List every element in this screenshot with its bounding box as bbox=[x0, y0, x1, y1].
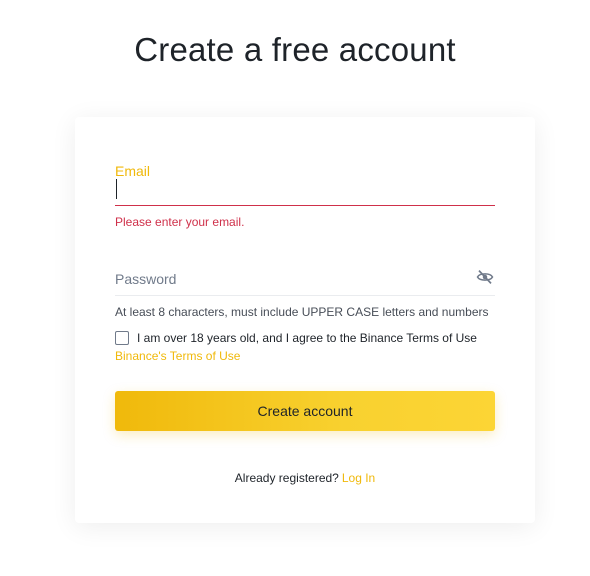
email-field[interactable]: Email bbox=[115, 159, 495, 207]
password-hint: At least 8 characters, must include UPPE… bbox=[115, 305, 489, 319]
login-prompt: Already registered? bbox=[234, 471, 339, 485]
email-label: Email bbox=[115, 163, 151, 179]
terms-checkbox[interactable] bbox=[115, 331, 129, 345]
signup-card: Email Please enter your email. Password … bbox=[75, 117, 535, 523]
create-account-button[interactable]: Create account bbox=[115, 391, 495, 431]
terms-text: I am over 18 years old, and I agree to t… bbox=[137, 331, 477, 345]
login-row: Already registered? Log In bbox=[75, 471, 535, 485]
eye-off-icon[interactable] bbox=[476, 268, 494, 286]
signup-page: Create a free account Email Please enter… bbox=[0, 0, 590, 576]
password-field[interactable]: Password bbox=[115, 271, 176, 287]
password-underline bbox=[115, 295, 495, 296]
terms-of-use-link[interactable]: Binance's Terms of Use bbox=[115, 349, 240, 363]
text-caret bbox=[116, 179, 117, 199]
email-underline bbox=[115, 205, 495, 206]
email-error-message: Please enter your email. bbox=[115, 215, 245, 229]
email-input[interactable] bbox=[115, 181, 495, 205]
login-link[interactable]: Log In bbox=[342, 471, 375, 485]
page-title: Create a free account bbox=[134, 31, 456, 68]
